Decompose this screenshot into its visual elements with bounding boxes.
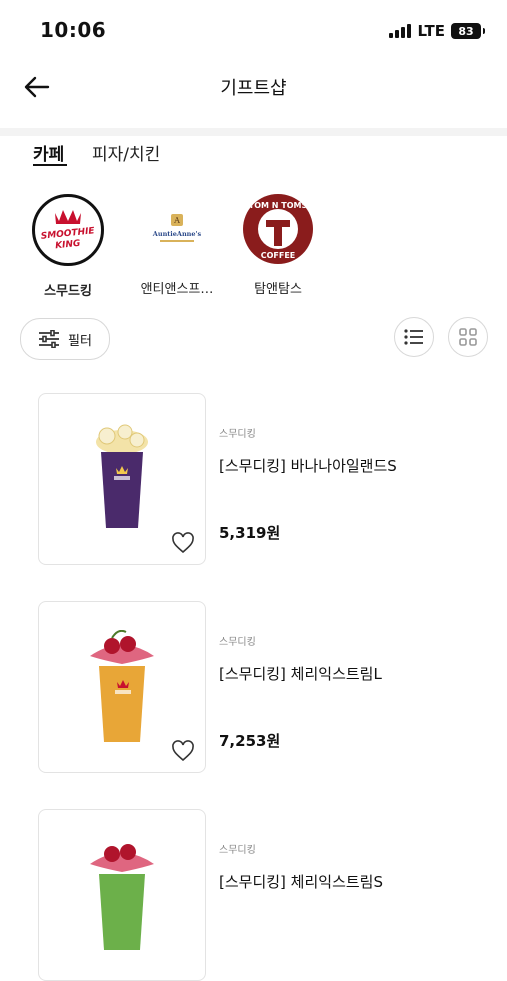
svg-text:TOM N TOMS: TOM N TOMS [249, 201, 308, 210]
tom-n-toms-logo: TOM N TOMS COFFEE [243, 194, 313, 264]
list-view-button[interactable] [394, 317, 434, 357]
svg-text:AuntieAnne's: AuntieAnne's [152, 230, 202, 238]
smoothie-king-logo: SMOOTHIE KING [32, 194, 104, 266]
product-image-cherry-extreme-l[interactable] [38, 601, 206, 773]
status-indicators: LTE 83 [389, 22, 485, 40]
smoothie-cup-image [96, 424, 148, 528]
signal-icon [389, 24, 412, 38]
smoothie-cup-image [90, 844, 154, 950]
product-brand: 스무디킹 [219, 637, 256, 648]
status-time: 10:06 [40, 18, 107, 42]
grid-view-icon [459, 328, 477, 346]
brand-label-tom-n-toms: 탐앤탐스 [254, 282, 302, 297]
filter-sliders-icon [39, 330, 60, 348]
auntie-annes-logo: A AuntieAnne's [142, 194, 212, 264]
heart-icon[interactable] [171, 740, 195, 762]
product-name[interactable]: [스무디킹] 체리익스트림L [219, 663, 382, 684]
filter-button[interactable]: 필터 [20, 318, 110, 360]
svg-text:A: A [173, 216, 180, 225]
network-label: LTE [417, 22, 445, 40]
svg-text:KING: KING [55, 239, 81, 252]
smoothie-cup-image [90, 630, 154, 742]
brand-label-smoothie-king: 스무드킹 [44, 284, 92, 299]
product-price: 5,319원 [219, 524, 281, 542]
battery-icon: 83 [451, 23, 485, 39]
battery-level: 83 [458, 24, 474, 38]
back-arrow-icon [24, 76, 50, 98]
brand-auntie-annes[interactable]: A AuntieAnne's 앤티앤스프… [127, 194, 227, 297]
brand-tom-n-toms[interactable]: TOM N TOMS COFFEE 탐앤탐스 [228, 194, 328, 297]
product-name[interactable]: [스무디킹] 체리익스트림S [219, 871, 383, 892]
product-brand: 스무디킹 [219, 429, 256, 440]
product-image-cherry-extreme-s[interactable] [38, 809, 206, 981]
product-price: 7,253원 [219, 732, 281, 750]
active-tab-indicator [33, 164, 67, 166]
brand-label-auntie-annes: 앤티앤스프… [140, 282, 214, 297]
section-divider [0, 128, 507, 136]
product-brand: 스무디킹 [219, 845, 256, 856]
page-title: 기프트샵 [220, 78, 287, 99]
heart-icon[interactable] [171, 532, 195, 554]
tab-pizza-chicken[interactable]: 피자/치킨 [92, 140, 160, 165]
filter-label: 필터 [68, 333, 92, 349]
brand-smoothie-king[interactable]: SMOOTHIE KING 스무드킹 [18, 194, 118, 299]
tab-cafe[interactable]: 카페 [33, 140, 64, 165]
list-view-icon [404, 329, 423, 345]
back-button[interactable] [20, 70, 54, 104]
svg-text:COFFEE: COFFEE [261, 251, 296, 260]
product-image-banana-island[interactable] [38, 393, 206, 565]
grid-view-button[interactable] [448, 317, 488, 357]
product-name[interactable]: [스무디킹] 바나나아일랜드S [219, 455, 397, 476]
